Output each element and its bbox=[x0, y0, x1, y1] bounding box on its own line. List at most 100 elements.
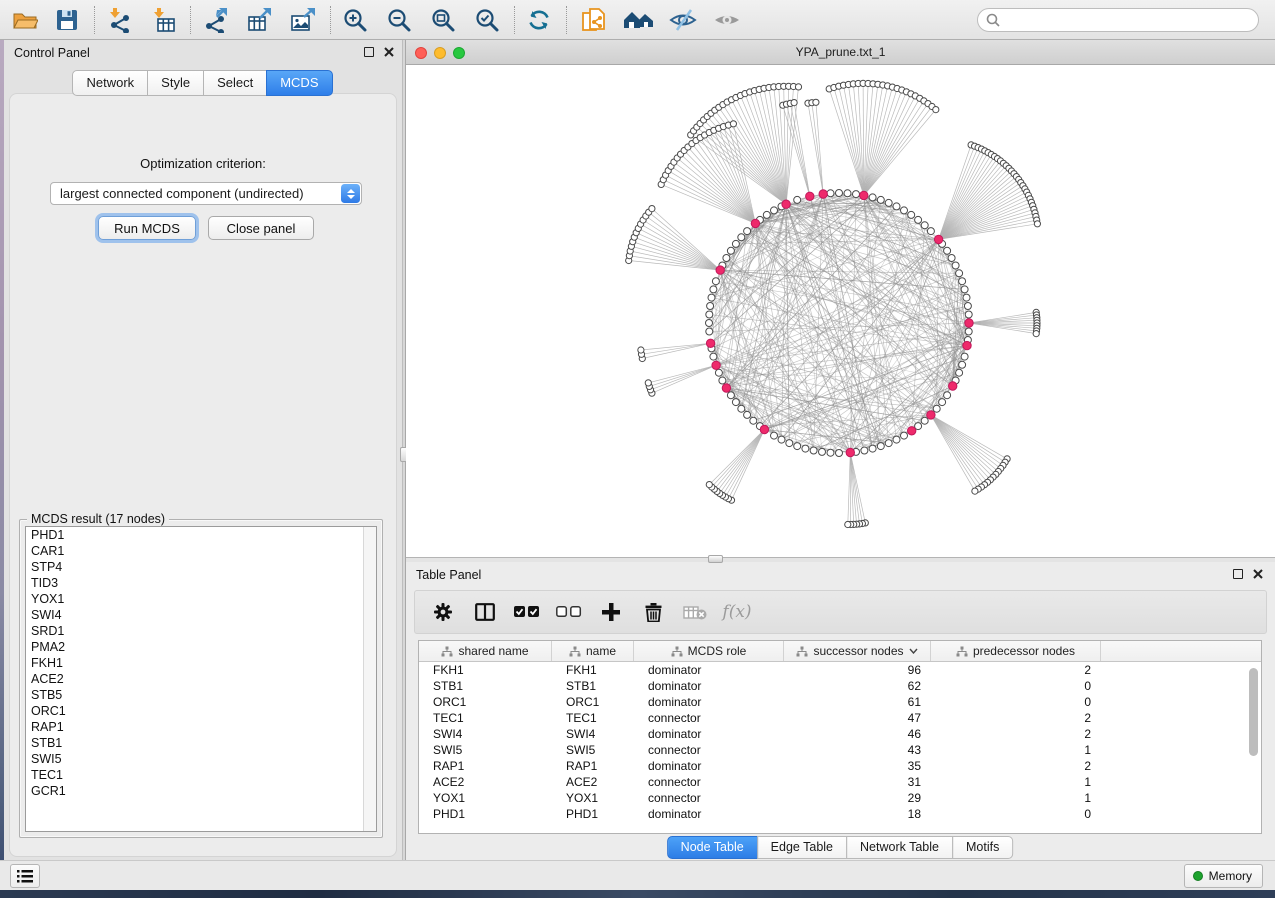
hide-eye-icon[interactable] bbox=[666, 4, 700, 36]
graph-node[interactable] bbox=[638, 347, 644, 353]
graph-node[interactable] bbox=[819, 448, 826, 455]
graph-node[interactable] bbox=[964, 303, 971, 310]
graph-node[interactable] bbox=[706, 328, 713, 335]
columns-icon[interactable] bbox=[471, 597, 499, 627]
graph-node-mcds[interactable] bbox=[965, 319, 973, 327]
graph-node-mcds[interactable] bbox=[722, 384, 730, 392]
graph-node[interactable] bbox=[786, 440, 793, 447]
graph-node[interactable] bbox=[893, 436, 900, 443]
mcds-result-item[interactable]: STB1 bbox=[26, 735, 376, 751]
open-file-icon[interactable] bbox=[8, 4, 42, 36]
zoom-out-icon[interactable] bbox=[382, 4, 416, 36]
mcds-result-item[interactable]: CAR1 bbox=[26, 543, 376, 559]
graph-node[interactable] bbox=[961, 286, 968, 293]
column-header-name[interactable]: name bbox=[552, 641, 634, 661]
graph-node[interactable] bbox=[727, 392, 734, 399]
zoom-in-icon[interactable] bbox=[338, 4, 372, 36]
graph-node[interactable] bbox=[706, 482, 712, 488]
graph-node[interactable] bbox=[794, 443, 801, 450]
mcds-result-item[interactable]: RAP1 bbox=[26, 719, 376, 735]
graph-node[interactable] bbox=[750, 417, 757, 424]
graph-node[interactable] bbox=[885, 440, 892, 447]
graph-node[interactable] bbox=[645, 380, 651, 386]
task-history-button[interactable] bbox=[10, 864, 40, 888]
graph-node[interactable] bbox=[972, 488, 978, 494]
mcds-result-item[interactable]: PHD1 bbox=[26, 527, 376, 543]
graph-node-mcds[interactable] bbox=[908, 427, 916, 435]
graph-node-mcds[interactable] bbox=[934, 235, 942, 243]
graph-node[interactable] bbox=[921, 417, 928, 424]
tab-select[interactable]: Select bbox=[203, 70, 267, 96]
graph-node[interactable] bbox=[710, 286, 717, 293]
duplicate-network-icon[interactable] bbox=[576, 4, 610, 36]
graph-node[interactable] bbox=[948, 255, 955, 262]
gear-icon[interactable] bbox=[429, 597, 457, 627]
graph-node[interactable] bbox=[869, 194, 876, 201]
import-network-icon[interactable] bbox=[102, 4, 136, 36]
graph-node[interactable] bbox=[844, 190, 851, 197]
graph-node[interactable] bbox=[956, 369, 963, 376]
graph-node[interactable] bbox=[738, 405, 745, 412]
graph-node[interactable] bbox=[715, 369, 722, 376]
graph-node-mcds[interactable] bbox=[846, 448, 854, 456]
graph-node[interactable] bbox=[965, 311, 972, 318]
save-session-icon[interactable] bbox=[50, 4, 84, 36]
select-all-icon[interactable] bbox=[513, 597, 541, 627]
graph-node-mcds[interactable] bbox=[751, 219, 759, 227]
mcds-result-item[interactable]: YOX1 bbox=[26, 591, 376, 607]
graph-node[interactable] bbox=[763, 211, 770, 218]
graph-node[interactable] bbox=[794, 196, 801, 203]
graph-node[interactable] bbox=[710, 353, 717, 360]
column-header-mcds-role[interactable]: MCDS role bbox=[634, 641, 784, 661]
graph-node-mcds[interactable] bbox=[712, 361, 720, 369]
graph-node-mcds[interactable] bbox=[782, 200, 790, 208]
network-canvas[interactable] bbox=[406, 65, 1275, 557]
mcds-result-item[interactable]: STP4 bbox=[26, 559, 376, 575]
tab-edge-table[interactable]: Edge Table bbox=[757, 836, 847, 859]
graph-node-mcds[interactable] bbox=[819, 190, 827, 198]
graph-node[interactable] bbox=[893, 203, 900, 210]
graph-node[interactable] bbox=[708, 294, 715, 301]
mcds-result-item[interactable]: STB5 bbox=[26, 687, 376, 703]
graph-node[interactable] bbox=[933, 107, 939, 113]
table-row[interactable]: TEC1TEC1connector472 bbox=[419, 710, 1261, 726]
close-panel-button[interactable]: Close panel bbox=[208, 216, 314, 240]
graph-node[interactable] bbox=[927, 228, 934, 235]
graph-node[interactable] bbox=[939, 399, 946, 406]
graph-node[interactable] bbox=[845, 521, 851, 527]
graph-node[interactable] bbox=[771, 207, 778, 214]
graph-node[interactable] bbox=[778, 436, 785, 443]
graph-node[interactable] bbox=[915, 216, 922, 223]
graph-node[interactable] bbox=[802, 445, 809, 452]
graph-node[interactable] bbox=[706, 311, 713, 318]
table-row[interactable]: SWI4SWI4dominator462 bbox=[419, 726, 1261, 742]
graph-node[interactable] bbox=[877, 196, 884, 203]
graph-node[interactable] bbox=[963, 294, 970, 301]
graph-node[interactable] bbox=[727, 247, 734, 254]
tab-motifs[interactable]: Motifs bbox=[952, 836, 1013, 859]
tab-style[interactable]: Style bbox=[147, 70, 204, 96]
graph-node[interactable] bbox=[933, 405, 940, 412]
graph-node-mcds[interactable] bbox=[716, 266, 724, 274]
graph-node[interactable] bbox=[869, 445, 876, 452]
graph-node[interactable] bbox=[908, 211, 915, 218]
deselect-all-icon[interactable] bbox=[555, 597, 583, 627]
mcds-result-item[interactable]: TEC1 bbox=[26, 767, 376, 783]
graph-node[interactable] bbox=[959, 278, 966, 285]
search-field[interactable] bbox=[977, 8, 1259, 32]
result-list-scrollbar[interactable] bbox=[363, 527, 376, 831]
graph-node[interactable] bbox=[921, 222, 928, 229]
graph-node[interactable] bbox=[944, 247, 951, 254]
graph-node[interactable] bbox=[944, 392, 951, 399]
table-row[interactable]: SWI5SWI5connector431 bbox=[419, 742, 1261, 758]
graph-node[interactable] bbox=[732, 399, 739, 406]
tab-node-table[interactable]: Node Table bbox=[667, 836, 758, 859]
graph-node[interactable] bbox=[827, 190, 834, 197]
graph-node[interactable] bbox=[952, 262, 959, 269]
mcds-result-item[interactable]: GCR1 bbox=[26, 783, 376, 799]
graph-node[interactable] bbox=[712, 278, 719, 285]
close-panel-icon[interactable] bbox=[1253, 569, 1263, 579]
export-image-icon[interactable] bbox=[286, 4, 320, 36]
graph-node[interactable] bbox=[707, 303, 714, 310]
graph-node[interactable] bbox=[901, 432, 908, 439]
